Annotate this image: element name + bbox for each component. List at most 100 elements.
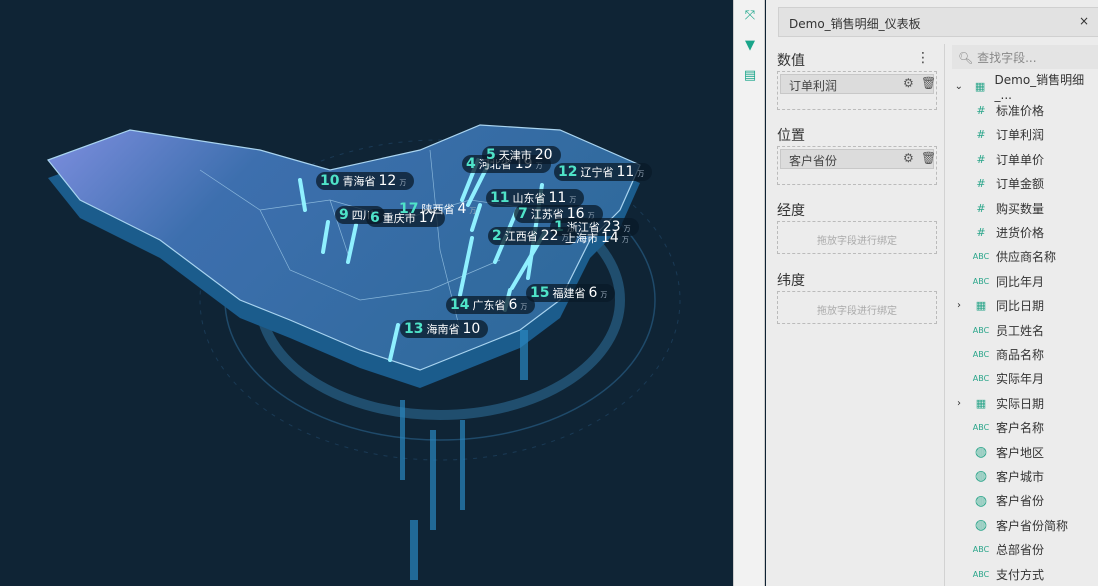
field-name: 客户省份 <box>996 494 1045 509</box>
position-section-title: 位置 <box>777 128 805 144</box>
globe-icon: ◍ <box>974 444 988 461</box>
field-name: 实际年月 <box>996 372 1045 387</box>
calendar-icon: ▦ <box>975 299 987 313</box>
field-name: 供应商名称 <box>996 250 1057 265</box>
field-item[interactable]: ABC 供应商名称 <box>952 245 1098 269</box>
number-icon: # <box>976 152 986 166</box>
text-icon: ABC <box>972 569 990 579</box>
gear-icon[interactable]: ⚙ <box>903 151 914 165</box>
field-item[interactable]: # 订单金额 <box>952 172 1098 196</box>
trash-icon[interactable]: 🗑 <box>921 151 936 165</box>
dataset-selector[interactable]: Demo_销售明细_仪表板 × <box>778 7 1098 37</box>
search-icon: 🔍︎ <box>958 51 974 65</box>
close-icon[interactable]: × <box>1079 14 1089 28</box>
map-label[interactable]: 17 陕西省 4 万 <box>395 200 484 218</box>
field-name: 订单利润 <box>996 128 1045 143</box>
number-icon: # <box>976 201 986 215</box>
globe-icon: ◍ <box>974 492 988 509</box>
field-name: 支付方式 <box>996 567 1045 582</box>
field-item[interactable]: ABC 总部省份 <box>952 537 1098 561</box>
field-item[interactable]: ABC 客户名称 <box>952 415 1098 439</box>
field-name: 员工姓名 <box>996 323 1045 338</box>
trash-icon[interactable]: 🗑 <box>921 76 936 90</box>
map-label[interactable]: 12 辽宁省 11 万 <box>554 163 653 181</box>
text-icon: ABC <box>972 325 990 335</box>
text-icon: ABC <box>972 374 990 384</box>
field-name: 进货价格 <box>996 226 1045 241</box>
field-item[interactable]: # 标准价格 <box>952 98 1098 122</box>
field-item[interactable]: ◍ 客户城市 <box>952 464 1098 488</box>
field-item[interactable]: # 订单单价 <box>952 147 1098 171</box>
field-item[interactable]: # 购买数量 <box>952 196 1098 220</box>
china-3d-map <box>47 124 681 580</box>
field-name: 购买数量 <box>996 201 1045 216</box>
text-icon: ABC <box>972 349 990 359</box>
chevron-right-icon[interactable]: › <box>952 398 966 409</box>
field-item[interactable]: ◍ 客户省份 <box>952 489 1098 513</box>
field-name: 商品名称 <box>996 347 1045 362</box>
map-visualization[interactable]: 10 青海省 12 万 4 河北省 19 万 5 天津市 20 12 辽宁省 11 万 9 四川 6 重庆… <box>0 0 733 586</box>
value-drop-zone[interactable]: 订单利润 ⚙ 🗑 <box>777 71 937 110</box>
tree-root[interactable]: ⌄ ▦ Demo_销售明细_... <box>952 73 1098 102</box>
field-item[interactable]: ABC 商品名称 <box>952 342 1098 366</box>
field-item[interactable]: # 订单利润 <box>952 123 1098 147</box>
gear-icon[interactable]: ⚙ <box>903 76 914 90</box>
collapse-icon[interactable]: ⤧ <box>734 0 766 30</box>
position-field-pill[interactable]: 客户省份 ⚙ 🗑 <box>780 149 936 169</box>
field-item[interactable]: ABC 实际年月 <box>952 367 1098 391</box>
number-icon: # <box>976 128 986 142</box>
field-item[interactable]: ABC 同比年月 <box>952 269 1098 293</box>
map-label[interactable]: 10 青海省 12 万 <box>316 172 415 190</box>
field-name: 实际日期 <box>996 396 1045 411</box>
field-item[interactable]: # 进货价格 <box>952 220 1098 244</box>
field-name: 客户地区 <box>996 445 1045 460</box>
field-name: 订单金额 <box>996 177 1045 192</box>
chevron-right-icon[interactable]: › <box>952 300 966 311</box>
field-item[interactable]: ◍ 客户省份简称 <box>952 513 1098 537</box>
field-item[interactable]: › ▦ 同比日期 <box>952 294 1098 318</box>
longitude-section-title: 经度 <box>777 203 805 219</box>
globe-icon: ◍ <box>974 468 988 485</box>
comment-icon[interactable]: ▤ <box>734 60 766 90</box>
text-icon: ABC <box>972 276 990 286</box>
side-toolbar: ⤧ ▼ ▤ <box>733 0 765 586</box>
value-field-pill[interactable]: 订单利润 ⚙ 🗑 <box>780 74 936 94</box>
field-name: 标准价格 <box>996 104 1045 119</box>
field-binding-panel: Demo_销售明细_仪表板 × 数值 ⋮ 订单利润 ⚙ 🗑 位置 客户省份 ⚙ 🗑 经度 … <box>766 0 1098 586</box>
value-section-title: 数值 <box>777 53 805 69</box>
field-name: 同比日期 <box>996 299 1045 314</box>
map-label[interactable]: 13 海南省 10 <box>400 320 489 338</box>
filter-icon[interactable]: ▼ <box>734 30 766 60</box>
map-label[interactable]: 上海市 14 万 <box>558 229 637 247</box>
chevron-down-icon[interactable]: ⌄ <box>952 81 966 92</box>
globe-icon: ◍ <box>974 517 988 534</box>
number-icon: # <box>976 104 986 118</box>
field-name: 总部省份 <box>996 543 1045 558</box>
field-search-input[interactable]: 🔍︎ 查找字段... <box>952 45 1098 69</box>
table-icon: ▦ <box>974 79 986 93</box>
field-item[interactable]: ABC 支付方式 <box>952 562 1098 586</box>
text-icon: ABC <box>972 252 990 262</box>
text-icon: ABC <box>972 423 990 433</box>
more-menu-icon[interactable]: ⋮ <box>916 50 930 66</box>
position-drop-zone[interactable]: 客户省份 ⚙ 🗑 <box>777 146 937 185</box>
divider <box>944 44 945 586</box>
map-label[interactable]: 15 福建省 6 万 <box>526 284 616 302</box>
field-item[interactable]: ◍ 客户地区 <box>952 440 1098 464</box>
field-name: 同比年月 <box>996 274 1045 289</box>
number-icon: # <box>976 226 986 240</box>
latitude-drop-zone[interactable]: 拖放字段进行绑定 <box>777 291 937 324</box>
number-icon: # <box>976 177 986 191</box>
map-label[interactable]: 14 广东省 6 万 <box>446 296 536 314</box>
map-label[interactable]: 5 天津市 20 <box>482 146 561 164</box>
calendar-icon: ▦ <box>975 396 987 410</box>
field-item[interactable]: ABC 员工姓名 <box>952 318 1098 342</box>
field-item[interactable]: › ▦ 实际日期 <box>952 391 1098 415</box>
field-name: 客户省份简称 <box>996 518 1069 533</box>
field-name: 客户城市 <box>996 469 1045 484</box>
field-name: 订单单价 <box>996 152 1045 167</box>
longitude-drop-zone[interactable]: 拖放字段进行绑定 <box>777 221 937 254</box>
text-icon: ABC <box>972 545 990 555</box>
field-tree: ⌄ ▦ Demo_销售明细_... # 标准价格 # 订单利润 # 订单单价 # 订单金额 # 购买数… <box>952 73 1098 586</box>
latitude-section-title: 纬度 <box>777 273 805 289</box>
